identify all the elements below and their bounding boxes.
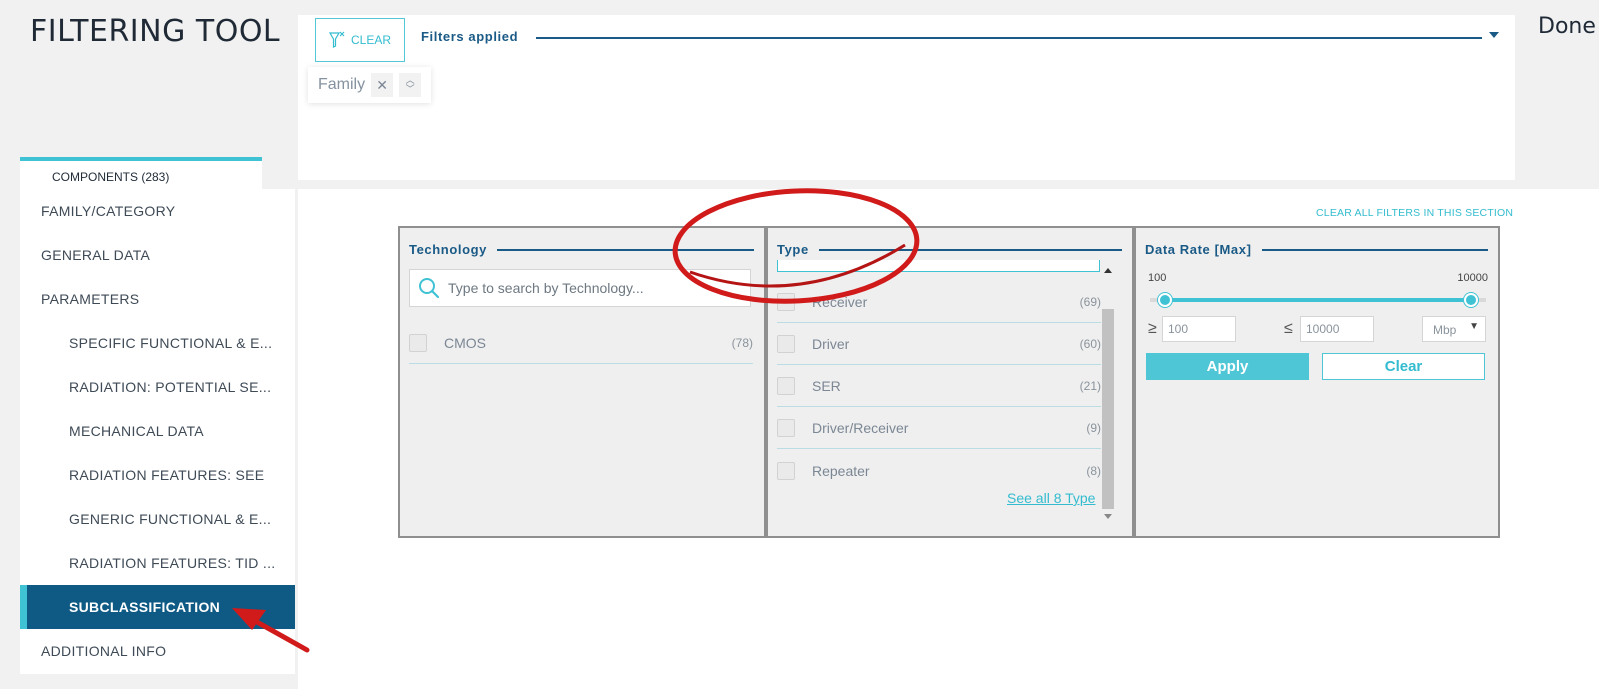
gte-symbol: ≥ [1148, 320, 1157, 337]
close-icon[interactable]: ✕ [371, 73, 394, 97]
filter-chip-family: Family ✕ ︿ ﹀ [308, 67, 432, 103]
sidebar-item-additional-info[interactable]: ADDITIONAL INFO [20, 629, 295, 673]
slider-fill [1166, 298, 1472, 302]
range-slider[interactable] [1150, 293, 1486, 307]
clear-section-link[interactable]: CLEAR ALL FILTERS IN THIS SECTION [1316, 207, 1513, 219]
option-label: SER [812, 378, 841, 394]
option-label: Receiver [812, 294, 868, 310]
checkbox[interactable] [777, 419, 795, 437]
sidebar-item-specific-functional[interactable]: SPECIFIC FUNCTIONAL & E... [20, 321, 295, 365]
data-rate-title: Data Rate [Max] [1145, 242, 1262, 257]
sidebar-item-parameters[interactable]: PARAMETERS [20, 277, 295, 321]
scrollbar[interactable] [1102, 266, 1114, 524]
see-all-types-link[interactable]: See all 8 Type [1007, 490, 1103, 506]
checkbox[interactable] [777, 377, 795, 395]
technology-search[interactable] [409, 269, 751, 307]
sidebar-item-radiation-tid[interactable]: RADIATION FEATURES: TID ... [20, 541, 295, 585]
sidebar: FAMILY/CATEGORY GENERAL DATA PARAMETERS … [20, 189, 295, 674]
technology-title: Technology [409, 242, 497, 257]
unit-select[interactable]: Mbp ▼ [1422, 316, 1486, 342]
checkbox[interactable] [777, 461, 795, 480]
sidebar-item-mechanical-data[interactable]: MECHANICAL DATA [20, 409, 295, 453]
clear-button[interactable]: Clear [1322, 353, 1485, 380]
filters-applied-panel: CLEAR Filters applied Family ✕ ︿ ﹀ [298, 15, 1515, 180]
range-min-label: 100 [1148, 272, 1167, 284]
option-count: (69) [1079, 295, 1101, 309]
option-count: (21) [1079, 379, 1101, 393]
unit-value: Mbp [1433, 323, 1457, 337]
clear-filters-label: CLEAR [350, 33, 391, 47]
technology-search-input[interactable] [448, 280, 738, 296]
sidebar-item-radiation-see[interactable]: RADIATION FEATURES: SEE [20, 453, 295, 497]
sidebar-item-radiation-potential[interactable]: RADIATION: POTENTIAL SE... [20, 365, 295, 409]
option-count: (60) [1079, 337, 1101, 351]
sort-icon[interactable]: ︿ ﹀ [399, 73, 422, 97]
type-search-input[interactable] [777, 260, 1100, 272]
filter-clear-icon [328, 31, 345, 48]
scroll-down-arrow-icon[interactable] [1104, 514, 1112, 519]
clear-filters-button[interactable]: CLEAR [315, 18, 405, 62]
list-item[interactable]: Repeater (8) [777, 450, 1101, 491]
option-label: Driver [812, 336, 850, 352]
filters-applied-label: Filters applied [421, 29, 519, 44]
max-value-input[interactable] [1300, 316, 1374, 342]
sidebar-item-family-category[interactable]: FAMILY/CATEGORY [20, 189, 295, 233]
list-item[interactable]: Driver/Receiver (9) [777, 408, 1101, 449]
option-count: (8) [1086, 463, 1101, 478]
done-button[interactable]: Done [1538, 14, 1596, 39]
apply-button[interactable]: Apply [1146, 353, 1309, 380]
min-value-input[interactable] [1162, 316, 1236, 342]
caret-down-icon: ▼ [1469, 321, 1479, 332]
slider-max-handle[interactable] [1464, 293, 1478, 307]
technology-filter: Technology CMOS (78) [398, 226, 766, 538]
slider-min-handle[interactable] [1158, 293, 1172, 307]
divider [536, 37, 1482, 39]
option-label: CMOS [444, 335, 486, 351]
lte-symbol: ≤ [1284, 320, 1293, 337]
option-label: Driver/Receiver [812, 420, 909, 436]
option-count: (78) [731, 336, 753, 350]
list-item[interactable]: CMOS (78) [409, 323, 753, 364]
search-icon [419, 278, 440, 299]
scroll-up-arrow-icon[interactable] [1104, 268, 1112, 273]
list-item[interactable]: Driver (60) [777, 324, 1101, 365]
checkbox[interactable] [777, 335, 795, 353]
tab-components[interactable]: COMPONENTS (283) [20, 157, 262, 189]
sidebar-item-general-data[interactable]: GENERAL DATA [20, 233, 295, 277]
range-max-label: 10000 [1457, 272, 1488, 284]
option-count: (9) [1086, 421, 1101, 435]
app-title: FILTERING TOOL [30, 14, 281, 49]
list-item[interactable]: SER (21) [777, 366, 1101, 407]
checkbox[interactable] [777, 293, 795, 311]
type-filter: Type Receiver (69) Driver (60) SER (21) … [766, 226, 1134, 538]
checkbox[interactable] [409, 334, 427, 352]
sidebar-item-generic-functional[interactable]: GENERIC FUNCTIONAL & E... [20, 497, 295, 541]
type-title: Type [777, 242, 819, 257]
scroll-thumb[interactable] [1102, 309, 1114, 509]
data-rate-filter: Data Rate [Max] 100 10000 ≥ ≤ Mbp ▼ Appl… [1134, 226, 1500, 538]
list-item[interactable]: Receiver (69) [777, 282, 1101, 323]
caret-down-icon[interactable] [1489, 32, 1499, 38]
option-label: Repeater [812, 462, 870, 479]
sidebar-item-subclassification[interactable]: SUBCLASSIFICATION [20, 585, 295, 629]
filter-chip-label: Family [318, 76, 366, 93]
divider [777, 249, 1122, 251]
